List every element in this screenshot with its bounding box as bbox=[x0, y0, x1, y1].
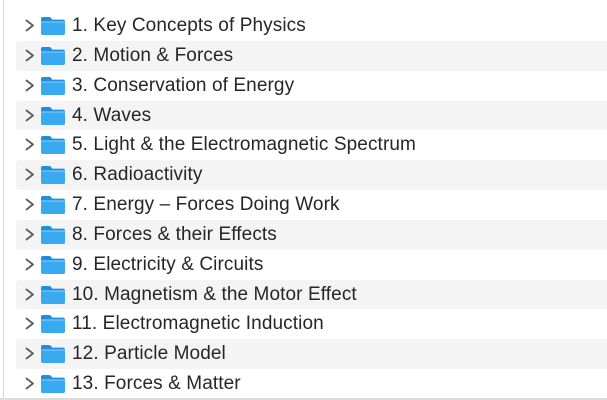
folder-name-label: 4. Waves bbox=[72, 104, 152, 126]
folder-icon bbox=[40, 106, 66, 126]
folder-row[interactable]: 3. Conservation of Energy bbox=[16, 71, 607, 101]
folder-row[interactable]: 12. Particle Model bbox=[16, 339, 607, 370]
folder-icon bbox=[40, 16, 66, 36]
folder-row[interactable]: 13. Forces & Matter bbox=[16, 369, 607, 399]
folder-name-label: 7. Energy – Forces Doing Work bbox=[72, 194, 340, 216]
folder-name-label: 2. Motion & Forces bbox=[72, 44, 234, 66]
folder-name-label: 5. Light & the Electromagnetic Spectrum bbox=[72, 134, 416, 156]
folder-name-label: 8. Forces & their Effects bbox=[72, 223, 277, 245]
folder-row[interactable]: 4. Waves bbox=[16, 100, 607, 131]
folder-icon bbox=[40, 344, 66, 364]
folder-name-label: 3. Conservation of Energy bbox=[72, 74, 295, 96]
folder-name-label: 10. Magnetism & the Motor Effect bbox=[72, 283, 357, 305]
folder-row[interactable]: 11. Electromagnetic Induction bbox=[16, 309, 607, 339]
disclosure-chevron-icon[interactable] bbox=[23, 167, 37, 182]
folder-row[interactable]: 10. Magnetism & the Motor Effect bbox=[16, 279, 607, 310]
folder-icon bbox=[40, 76, 66, 96]
folder-icon bbox=[40, 225, 66, 245]
folder-row[interactable]: 1. Key Concepts of Physics bbox=[16, 11, 607, 41]
folder-row[interactable]: 7. Energy – Forces Doing Work bbox=[16, 190, 607, 220]
disclosure-chevron-icon[interactable] bbox=[23, 257, 37, 272]
disclosure-chevron-icon[interactable] bbox=[23, 78, 37, 93]
folder-icon bbox=[40, 255, 66, 275]
folder-list: 1. Key Concepts of Physics 2. Motion & Fo… bbox=[16, 11, 607, 399]
disclosure-chevron-icon[interactable] bbox=[23, 137, 37, 152]
folder-row[interactable]: 9. Electricity & Circuits bbox=[16, 250, 607, 280]
disclosure-chevron-icon[interactable] bbox=[23, 197, 37, 212]
folder-row[interactable]: 2. Motion & Forces bbox=[16, 40, 607, 71]
folder-icon bbox=[40, 165, 66, 185]
folder-name-label: 13. Forces & Matter bbox=[72, 373, 241, 395]
disclosure-chevron-icon[interactable] bbox=[23, 376, 37, 391]
folder-name-label: 9. Electricity & Circuits bbox=[72, 253, 264, 275]
disclosure-chevron-icon[interactable] bbox=[23, 18, 37, 33]
disclosure-chevron-icon[interactable] bbox=[23, 287, 37, 302]
folder-icon bbox=[40, 135, 66, 155]
disclosure-chevron-icon[interactable] bbox=[23, 108, 37, 123]
window-divider bbox=[3, 0, 4, 400]
folder-row[interactable]: 8. Forces & their Effects bbox=[16, 219, 607, 250]
finder-window: 1. Key Concepts of Physics 2. Motion & Fo… bbox=[0, 0, 607, 400]
disclosure-chevron-icon[interactable] bbox=[23, 227, 37, 242]
disclosure-chevron-icon[interactable] bbox=[23, 316, 37, 331]
folder-icon bbox=[40, 285, 66, 305]
folder-name-label: 11. Electromagnetic Induction bbox=[72, 313, 324, 335]
folder-name-label: 12. Particle Model bbox=[72, 343, 226, 365]
disclosure-chevron-icon[interactable] bbox=[23, 48, 37, 63]
folder-icon bbox=[40, 314, 66, 334]
folder-name-label: 1. Key Concepts of Physics bbox=[72, 15, 306, 36]
folder-row[interactable]: 5. Light & the Electromagnetic Spectrum bbox=[16, 130, 607, 160]
folder-icon bbox=[40, 46, 66, 66]
disclosure-chevron-icon[interactable] bbox=[23, 346, 37, 361]
folder-name-label: 6. Radioactivity bbox=[72, 164, 203, 186]
folder-icon bbox=[40, 374, 66, 394]
folder-row[interactable]: 6. Radioactivity bbox=[16, 160, 607, 191]
folder-icon bbox=[40, 195, 66, 215]
